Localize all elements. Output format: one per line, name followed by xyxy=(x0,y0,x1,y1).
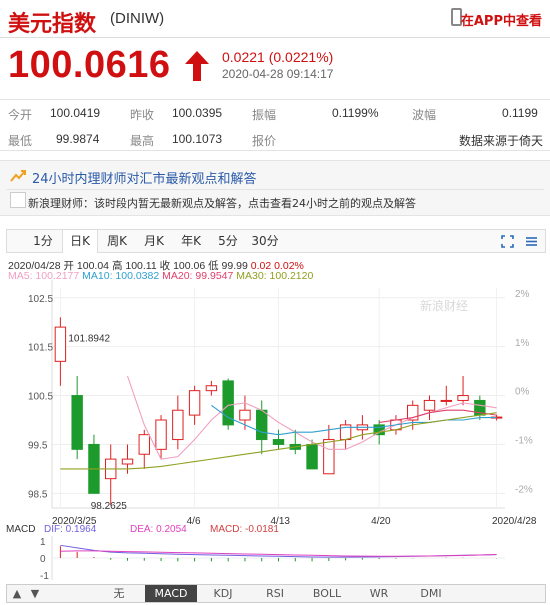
y-tick-label: 102.5 xyxy=(28,294,53,305)
wave-label: 波幅 xyxy=(412,108,437,122)
candle-down xyxy=(256,409,268,441)
indicator-wr[interactable]: WR xyxy=(353,585,405,602)
quote-label: 报价 xyxy=(252,134,277,148)
dea-value: DEA: 0.2054 xyxy=(130,524,187,535)
pct-axis-labels: 2% 1% 0% -1% -2% xyxy=(515,289,533,496)
low-label: 最低 xyxy=(8,134,33,148)
candle-down xyxy=(71,395,83,450)
amplitude-value: 0.1199% xyxy=(332,106,379,120)
page-header: 美元指数 (DINIW) 在APP中查看 xyxy=(0,0,550,38)
pct-tick-label: 1% xyxy=(515,338,530,349)
symbol-code: (DINIW) xyxy=(110,10,165,27)
current-price: 100.0616 xyxy=(8,44,171,86)
tab-5min[interactable]: 5分 xyxy=(210,230,246,252)
news-message[interactable]: 新浪理财师：该时段内暂无最新观点及解答，点击查看24小时之前的观点及解答 xyxy=(28,195,416,211)
quote-time: 2020-04-28 09:14:17 xyxy=(222,67,334,81)
scroll-up-button[interactable]: ▲ xyxy=(9,585,25,602)
candle-up xyxy=(239,409,251,421)
macd-tick-label: 1 xyxy=(40,537,46,548)
tab-yearly-k[interactable]: 年K xyxy=(173,230,209,252)
avatar xyxy=(10,192,26,208)
open-in-app-link[interactable]: 在APP中查看 xyxy=(461,10,542,29)
fullscreen-icon[interactable] xyxy=(501,235,514,248)
candle-up xyxy=(457,395,469,401)
prev-close-label: 昨收 xyxy=(130,108,155,122)
candle-up xyxy=(188,390,201,416)
trend-icon xyxy=(10,170,26,182)
pct-tick-label: 2% xyxy=(515,289,530,300)
up-arrow-icon xyxy=(185,51,209,81)
watermark: 新浪财经 xyxy=(420,298,468,313)
candle-up xyxy=(121,458,134,465)
page-title: 美元指数 xyxy=(8,12,97,37)
y-tick-label: 98.5 xyxy=(28,489,48,500)
chart-grid xyxy=(51,280,505,509)
tab-1min[interactable]: 1分 xyxy=(25,230,61,252)
candle-up xyxy=(440,399,452,402)
x-axis-labels: 2020/3/25 4/6 4/13 4/20 2020/4/28 xyxy=(52,516,537,527)
candle-down xyxy=(306,443,318,470)
scroll-down-button[interactable]: ▼ xyxy=(27,585,43,602)
y-tick-label: 99.5 xyxy=(28,440,48,451)
advisor-news-panel: 24小时内理财师对汇市最新观点和解答 新浪理财师：该时段内暂无最新观点及解答，点… xyxy=(0,160,550,216)
pct-tick-label: -2% xyxy=(515,484,533,495)
candle-down xyxy=(272,439,285,445)
indicator-tabs: ▲ ▼ 无 MACD KDJ RSI BOLL WR DMI xyxy=(6,584,546,603)
y-tick-label: 100.5 xyxy=(28,392,53,403)
dif-value: DIF: 0.1964 xyxy=(44,524,97,535)
candle-up xyxy=(323,439,335,475)
pct-tick-label: 0% xyxy=(515,387,530,398)
max-annotation: 101.8942 xyxy=(68,334,110,345)
divider xyxy=(6,189,544,190)
tab-daily-k[interactable]: 日K xyxy=(62,230,98,253)
x-tick-label: 2020/4/28 xyxy=(492,516,537,527)
open-value: 100.0419 xyxy=(50,106,101,120)
prev-close-value: 100.0395 xyxy=(172,106,223,120)
news-headline[interactable]: 24小时内理财师对汇市最新观点和解答 xyxy=(32,168,257,187)
tab-monthly-k[interactable]: 月K xyxy=(136,230,172,252)
x-tick-label: 4/20 xyxy=(371,516,391,527)
candle-down xyxy=(222,380,234,426)
indicator-boll[interactable]: BOLL xyxy=(301,585,353,602)
macd-value: MACD: -0.0181 xyxy=(210,524,279,535)
x-tick-label: 4/6 xyxy=(187,516,201,527)
min-annotation: 98.2625 xyxy=(91,501,128,512)
candle-up xyxy=(205,385,218,392)
macd-tick-label: 0 xyxy=(40,554,46,565)
indicator-none[interactable]: 无 xyxy=(93,585,145,602)
indicator-macd[interactable]: MACD xyxy=(145,585,197,602)
open-label: 今开 xyxy=(8,108,33,122)
candle-up xyxy=(423,399,436,411)
low-value: 99.9874 xyxy=(56,132,100,146)
stats-table: 今开 100.0419 昨收 100.0395 振幅 0.1199% 波幅 0.… xyxy=(0,99,550,151)
indicator-rsi[interactable]: RSI xyxy=(249,585,301,602)
price-change: 0.0221 (0.0221%) xyxy=(222,49,334,65)
dea-line xyxy=(60,550,497,557)
macd-label: MACD xyxy=(6,524,35,535)
data-source: 数据来源于倚天 xyxy=(459,134,544,148)
macd-tick-label: -1 xyxy=(40,571,49,582)
high-label: 最高 xyxy=(130,134,155,148)
period-tabs: 1分 日K 周K 月K 年K 5分 30分 xyxy=(6,229,546,253)
macd-panel: 1 0 -1 xyxy=(40,536,505,582)
candle-up xyxy=(155,419,167,450)
settings-icon[interactable] xyxy=(525,235,538,248)
y-axis-labels: 102.5 101.5 100.5 99.5 98.5 xyxy=(28,294,53,501)
indicator-kdj[interactable]: KDJ xyxy=(197,585,249,602)
wave-value: 0.1199 xyxy=(502,106,538,120)
candlestick-chart[interactable]: 新浪财经 102.5 101.5 100.5 99.5 98.5 2% 1% 0% -1% -2… xyxy=(0,280,550,582)
tab-weekly-k[interactable]: 周K xyxy=(99,230,135,252)
y-tick-label: 101.5 xyxy=(28,343,53,354)
amplitude-label: 振幅 xyxy=(252,108,277,122)
indicator-dmi[interactable]: DMI xyxy=(405,585,457,602)
candle-up xyxy=(172,409,184,441)
high-value: 100.1073 xyxy=(172,132,223,146)
tab-30min[interactable]: 30分 xyxy=(247,230,283,252)
candle-up xyxy=(138,434,150,455)
pct-tick-label: -1% xyxy=(515,436,533,447)
candle-up xyxy=(54,326,67,362)
